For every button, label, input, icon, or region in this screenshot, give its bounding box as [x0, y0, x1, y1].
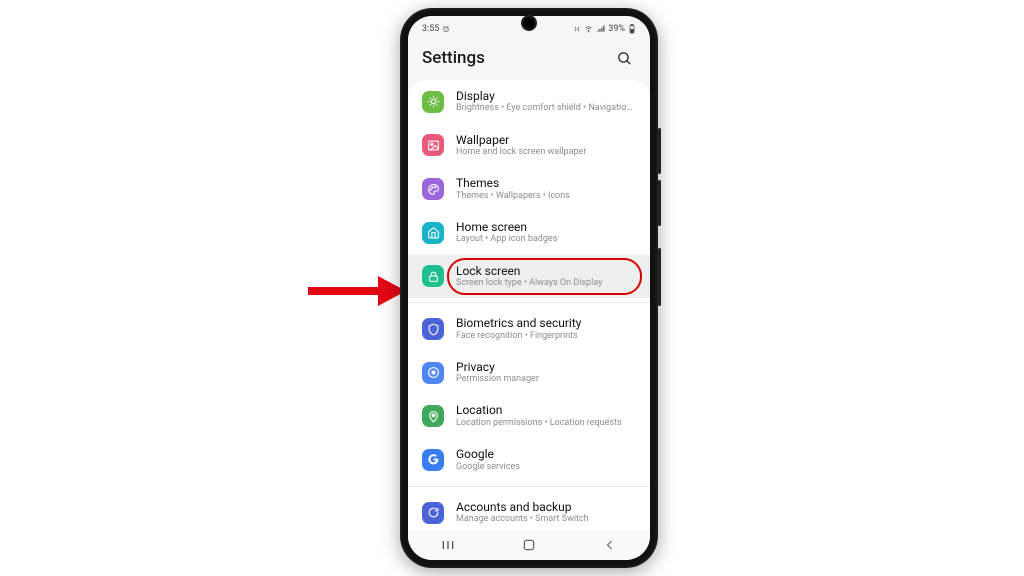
phone-frame: 3:55 39%: [400, 8, 658, 568]
settings-item-title: Themes: [456, 176, 570, 190]
search-button[interactable]: [612, 46, 636, 70]
settings-item-subtitle: Permission manager: [456, 374, 539, 385]
signal-icon: [596, 25, 605, 33]
pin-icon: [422, 405, 444, 427]
settings-item-text: Lock screenScreen lock type • Always On …: [456, 264, 602, 290]
recents-icon: [440, 539, 456, 551]
settings-item-wallpaper[interactable]: WallpaperHome and lock screen wallpaper: [408, 124, 650, 168]
home-button[interactable]: [509, 538, 549, 552]
settings-item-display[interactable]: DisplayBrightness • Eye comfort shield •…: [408, 80, 650, 124]
settings-item-title: Display: [456, 89, 636, 103]
shield-icon: [422, 318, 444, 340]
settings-item-text: GoogleGoogle services: [456, 447, 520, 473]
home-icon: [422, 222, 444, 244]
settings-item-subtitle: Brightness • Eye comfort shield • Naviga…: [456, 103, 636, 114]
settings-item-biometrics[interactable]: Biometrics and securityFace recognition …: [408, 302, 650, 351]
status-battery-text: 39%: [608, 24, 625, 34]
settings-item-text: PrivacyPermission manager: [456, 360, 539, 386]
settings-item-text: Home screenLayout • App icon badges: [456, 220, 557, 246]
settings-item-subtitle: Screen lock type • Always On Display: [456, 278, 602, 289]
callout-arrow-icon: [308, 276, 406, 306]
settings-item-title: Home screen: [456, 220, 557, 234]
settings-item-privacy[interactable]: PrivacyPermission manager: [408, 351, 650, 395]
google-icon: [422, 449, 444, 471]
volume-down-button: [658, 180, 661, 226]
navigation-bar: [408, 530, 650, 560]
front-camera: [521, 15, 537, 31]
settings-item-text: ThemesThemes • Wallpapers • Icons: [456, 176, 570, 202]
settings-item-subtitle: Themes • Wallpapers • Icons: [456, 191, 570, 202]
settings-item-subtitle: Home and lock screen wallpaper: [456, 147, 586, 158]
back-icon: [604, 538, 616, 552]
settings-item-subtitle: Face recognition • Fingerprints: [456, 331, 581, 342]
page-title: Settings: [422, 48, 485, 68]
settings-item-text: Accounts and backupManage accounts • Sma…: [456, 500, 589, 526]
settings-item-lock[interactable]: Lock screenScreen lock type • Always On …: [408, 255, 650, 299]
screen: 3:55 39%: [408, 16, 650, 560]
image-icon: [422, 134, 444, 156]
settings-item-text: DisplayBrightness • Eye comfort shield •…: [456, 89, 636, 115]
settings-item-title: Accounts and backup: [456, 500, 589, 514]
settings-item-subtitle: Layout • App icon badges: [456, 234, 557, 245]
settings-item-google[interactable]: GoogleGoogle services: [408, 438, 650, 482]
sync-icon: [422, 502, 444, 524]
settings-item-title: Privacy: [456, 360, 539, 374]
settings-item-title: Wallpaper: [456, 133, 586, 147]
settings-item-themes[interactable]: ThemesThemes • Wallpapers • Icons: [408, 167, 650, 211]
settings-item-title: Lock screen: [456, 264, 602, 278]
settings-item-title: Google: [456, 447, 520, 461]
status-time: 3:55: [422, 24, 439, 34]
privacy-icon: [422, 362, 444, 384]
settings-item-location[interactable]: LocationLocation permissions • Location …: [408, 394, 650, 438]
settings-item-subtitle: Manage accounts • Smart Switch: [456, 514, 589, 525]
settings-item-subtitle: Location permissions • Location requests: [456, 418, 622, 429]
recents-button[interactable]: [428, 539, 468, 551]
settings-header: Settings: [408, 40, 650, 80]
battery-icon: [628, 24, 636, 34]
palette-icon: [422, 178, 444, 200]
settings-item-text: LocationLocation permissions • Location …: [456, 403, 622, 429]
settings-list[interactable]: DisplayBrightness • Eye comfort shield •…: [408, 80, 650, 530]
search-icon: [616, 50, 633, 67]
settings-item-title: Biometrics and security: [456, 316, 581, 330]
sun-icon: [422, 91, 444, 113]
settings-item-subtitle: Google services: [456, 462, 520, 473]
nfc-icon: [573, 25, 581, 33]
back-button[interactable]: [590, 538, 630, 552]
settings-item-home[interactable]: Home screenLayout • App icon badges: [408, 211, 650, 255]
settings-item-accounts[interactable]: Accounts and backupManage accounts • Sma…: [408, 486, 650, 530]
home-nav-icon: [522, 538, 536, 552]
settings-item-text: WallpaperHome and lock screen wallpaper: [456, 133, 586, 159]
alarm-icon: [442, 25, 450, 33]
volume-up-button: [658, 128, 661, 174]
wifi-icon: [584, 25, 593, 33]
power-button: [658, 248, 661, 306]
settings-item-text: Biometrics and securityFace recognition …: [456, 316, 581, 342]
settings-item-title: Location: [456, 403, 622, 417]
lock-icon: [422, 265, 444, 287]
